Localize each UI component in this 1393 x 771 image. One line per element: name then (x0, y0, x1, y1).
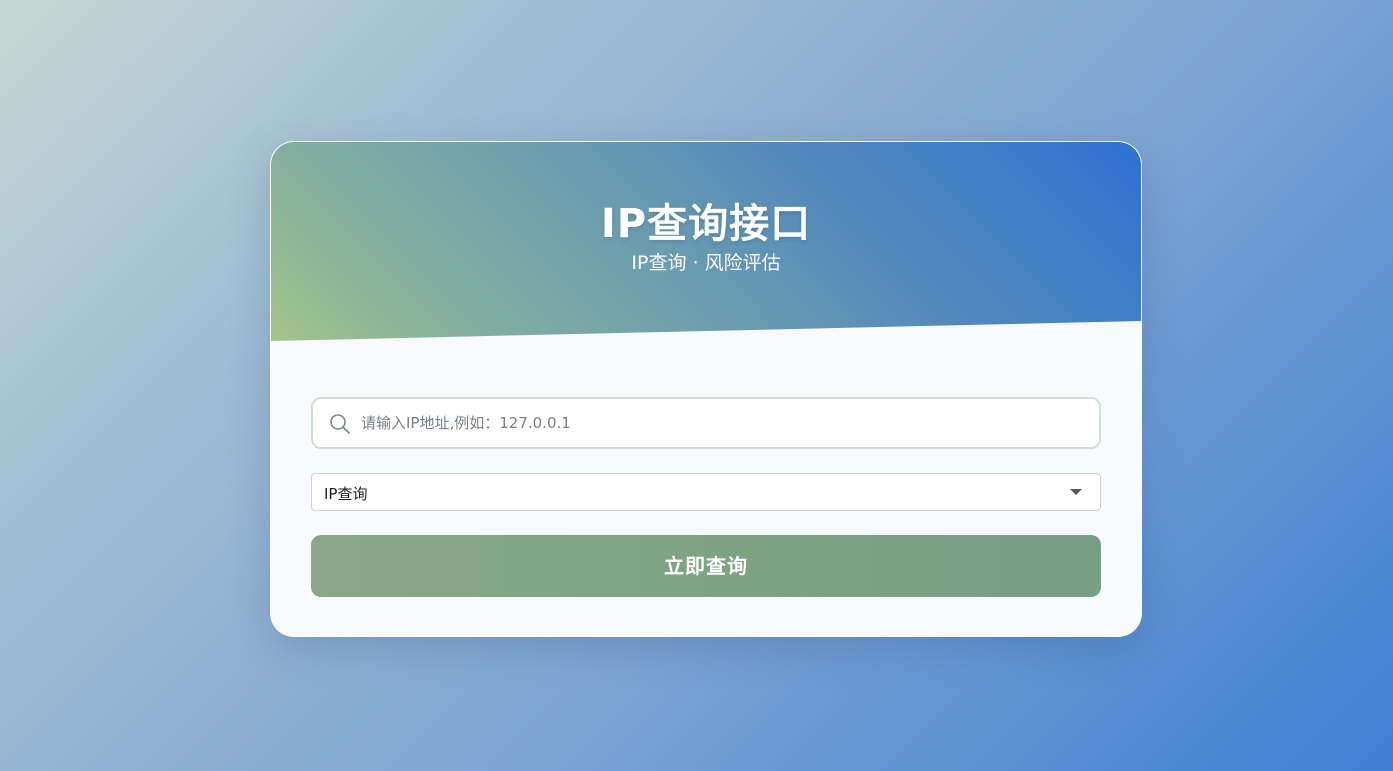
page-subtitle: IP查询 · 风险评估 (631, 252, 781, 274)
chevron-down-icon (1070, 489, 1082, 495)
ip-search-input[interactable] (361, 399, 1081, 447)
page-title: IP查询接口 (600, 201, 812, 247)
query-type-selected: IP查询 (324, 485, 368, 503)
card-header: IP查询接口 IP查询 · 风险评估 (271, 142, 1141, 341)
query-card: IP查询接口 IP查询 · 风险评估 IP查询 立即查询 (270, 141, 1142, 637)
search-icon (329, 413, 351, 435)
query-type-select[interactable]: IP查询 (311, 473, 1101, 511)
search-box (311, 397, 1101, 449)
submit-query-button[interactable]: 立即查询 (311, 535, 1101, 597)
